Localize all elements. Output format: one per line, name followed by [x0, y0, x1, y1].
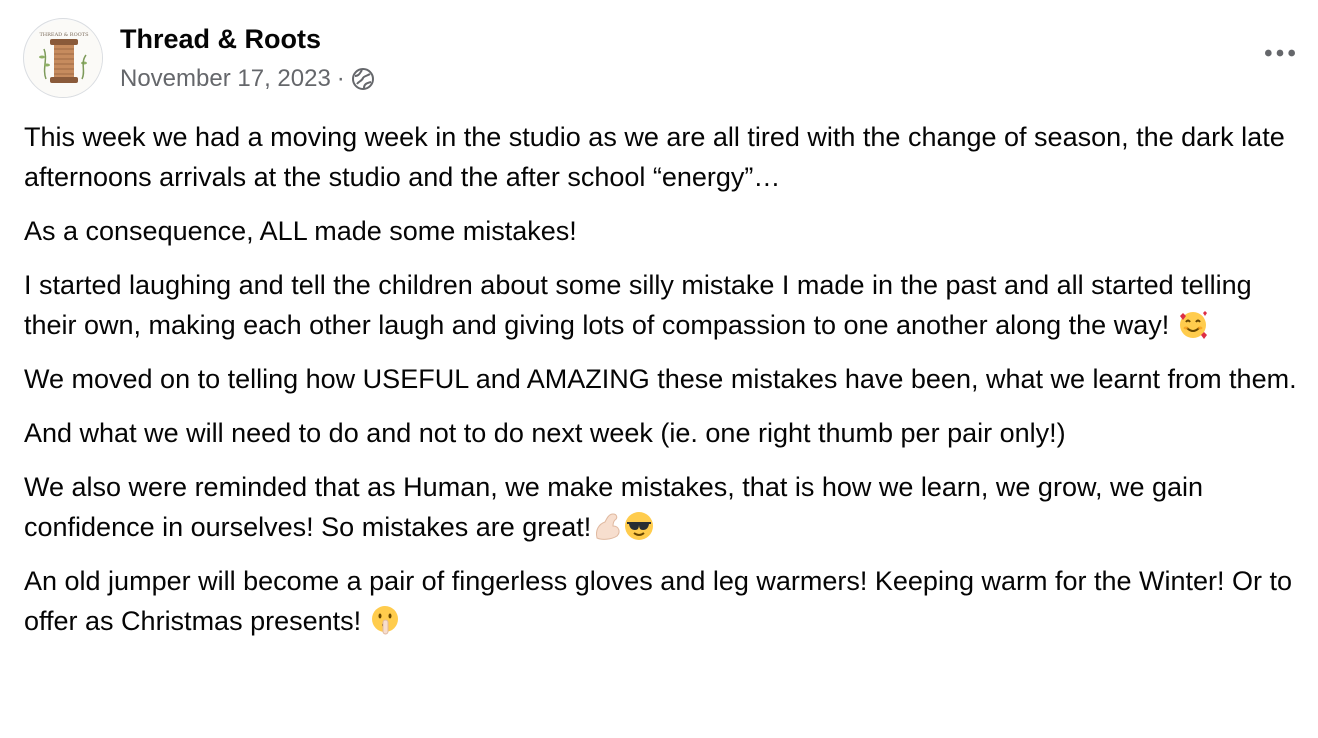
svg-text:THREAD & ROOTS: THREAD & ROOTS — [39, 32, 89, 38]
flexed-biceps-icon — [591, 510, 623, 542]
smiling-face-with-hearts-icon — [1177, 308, 1209, 340]
paragraph-5: And what we will need to do and not to d… — [24, 418, 1066, 448]
post-meta: November 17, 2023 · — [120, 64, 375, 94]
shushing-face-icon — [369, 604, 401, 636]
more-options-button[interactable] — [1260, 38, 1300, 68]
page-name[interactable]: Thread & Roots — [120, 22, 321, 56]
paragraph-3: I started laughing and tell the children… — [24, 265, 1309, 345]
facebook-post: THREAD & ROOTS Thread & Roots November 1… — [0, 0, 1318, 738]
more-options-icon — [1265, 49, 1295, 57]
paragraph-7-text: An old jumper will become a pair of fing… — [24, 566, 1293, 636]
spool-logo-icon: THREAD & ROOTS — [25, 20, 102, 97]
meta-separator: · — [336, 65, 345, 92]
paragraph-7: An old jumper will become a pair of fing… — [24, 561, 1309, 641]
paragraph-2: As a consequence, ALL made some mistakes… — [24, 216, 577, 246]
post-body: This week we had a moving week in the st… — [24, 117, 1309, 655]
post-date[interactable]: November 17, 2023 — [120, 64, 331, 94]
paragraph-6: We also were reminded that as Human, we … — [24, 467, 1309, 547]
paragraph-4: We moved on to telling how USEFUL and AM… — [24, 364, 1297, 394]
sunglasses-face-icon — [623, 510, 655, 542]
paragraph-3-text: I started laughing and tell the children… — [24, 270, 1252, 340]
page-avatar[interactable]: THREAD & ROOTS — [23, 18, 103, 98]
paragraph-1: This week we had a moving week in the st… — [24, 122, 1285, 192]
globe-icon[interactable] — [351, 67, 375, 91]
